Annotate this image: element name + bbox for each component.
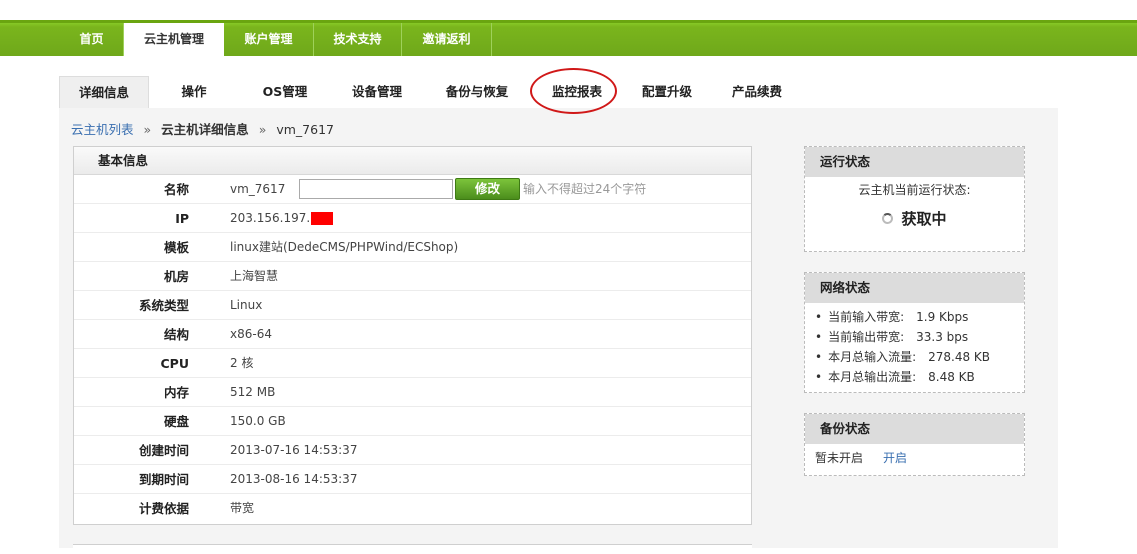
info-label: 硬盘 (163, 414, 189, 429)
name-hint: 输入不得超过24个字符 (523, 182, 647, 196)
net-label: 本月总输入流量: (828, 350, 917, 364)
net-status-panel: 网络状态 当前输入带宽: 1.9 Kbps 当前输出带宽: 33.3 bps 本月总… (804, 272, 1025, 393)
list-item: 本月总输出流量: 8.48 KB (815, 367, 1024, 387)
info-label: 机房 (163, 269, 189, 284)
info-row: 模板 linux建站(DedeCMS/PHPWind/ECShop) (74, 233, 751, 262)
nav-item-account[interactable]: 账户管理 (224, 23, 314, 56)
next-panel-edge (73, 544, 752, 554)
run-status-state: 获取中 (805, 208, 1024, 229)
basic-info-panel: 基本信息 名称 vm_7617 修改 输入不得超过24个字符 IP 203.15… (73, 146, 752, 525)
info-label: 计费依据 (138, 501, 189, 516)
redaction-block (311, 212, 334, 225)
breadcrumb: 云主机列表 » 云主机详细信息 » vm_7617 (71, 119, 334, 138)
nav-item-invite[interactable]: 邀请返利 (402, 23, 492, 56)
run-status-panel: 运行状态 云主机当前运行状态: 获取中 (804, 146, 1025, 252)
net-value: 278.48 KB (928, 350, 991, 364)
tab-details[interactable]: 详细信息 (59, 76, 149, 108)
info-value: Linux (230, 298, 263, 312)
enable-backup-link[interactable]: 开启 (883, 451, 907, 465)
breadcrumb-detail: 云主机详细信息 (161, 122, 249, 137)
nav-item-support[interactable]: 技术支持 (314, 23, 402, 56)
info-label: 名称 (163, 182, 189, 197)
edit-name-button[interactable]: 修改 (455, 178, 520, 200)
breadcrumb-sep: » (143, 122, 152, 137)
run-state-text: 获取中 (901, 210, 947, 228)
info-label: CPU (160, 356, 190, 371)
basic-info-title: 基本信息 (74, 147, 751, 175)
info-value: linux建站(DedeCMS/PHPWind/ECShop) (230, 240, 459, 254)
net-label: 当前输出带宽: (828, 330, 905, 344)
nav-item-home[interactable]: 首页 (60, 23, 124, 56)
detail-tabs: 详细信息 操作 OS管理 设备管理 备份与恢复 监控报表 配置升级 产品续费 (59, 76, 1058, 108)
info-row: 计费依据 带宽 (74, 494, 751, 523)
top-header-strip (0, 0, 1137, 20)
info-label: 创建时间 (138, 443, 189, 458)
list-item: 本月总输入流量: 278.48 KB (815, 347, 1024, 367)
loading-spinner-icon (882, 213, 894, 224)
info-row-name: 名称 vm_7617 修改 输入不得超过24个字符 (74, 175, 751, 204)
info-label: 内存 (163, 385, 189, 400)
info-row: 创建时间 2013-07-16 14:53:37 (74, 436, 751, 465)
tab-devices[interactable]: 设备管理 (341, 76, 413, 108)
run-status-line: 云主机当前运行状态: (858, 183, 971, 197)
tab-os[interactable]: OS管理 (249, 76, 321, 108)
backup-state: 暂未开启 (815, 451, 864, 465)
tab-renew[interactable]: 产品续费 (721, 76, 793, 108)
net-label: 本月总输出流量: (828, 370, 917, 384)
backup-status-panel: 备份状态 暂未开启 开启 (804, 413, 1025, 476)
main-nav: 首页 云主机管理 账户管理 技术支持 邀请返利 (0, 20, 1137, 59)
info-value: vm_7617 (230, 182, 286, 196)
info-value: 上海智慧 (230, 269, 279, 283)
backup-status-line: 暂未开启 开启 (805, 444, 1024, 468)
info-label: 模板 (163, 240, 189, 255)
tab-monitor-report[interactable]: 监控报表 (541, 76, 613, 108)
info-row: 结构 x86-64 (74, 320, 751, 349)
breadcrumb-sep: » (258, 122, 267, 137)
info-value-ip: 203.156.197. (230, 204, 334, 233)
info-label: 到期时间 (138, 472, 189, 487)
info-value: 150.0 GB (230, 414, 286, 428)
net-label: 当前输入带宽: (828, 310, 905, 324)
backup-status-title: 备份状态 (805, 414, 1024, 444)
name-input[interactable] (299, 179, 453, 199)
info-label: IP (175, 211, 189, 226)
info-row: 到期时间 2013-08-16 14:53:37 (74, 465, 751, 494)
run-status-title: 运行状态 (805, 147, 1024, 177)
info-value: 2013-08-16 14:53:37 (230, 472, 358, 486)
info-value: x86-64 (230, 327, 272, 341)
nav-item-cloud-host[interactable]: 云主机管理 (124, 23, 224, 59)
info-row: 机房 上海智慧 (74, 262, 751, 291)
info-row: IP 203.156.197. (74, 204, 751, 233)
list-item: 当前输入带宽: 1.9 Kbps (815, 307, 1024, 327)
list-item: 当前输出带宽: 33.3 bps (815, 327, 1024, 347)
info-row: 硬盘 150.0 GB (74, 407, 751, 436)
info-label: 系统类型 (138, 298, 189, 313)
info-row: 系统类型 Linux (74, 291, 751, 320)
net-value: 8.48 KB (928, 370, 975, 384)
net-status-title: 网络状态 (805, 273, 1024, 303)
tab-upgrade[interactable]: 配置升级 (631, 76, 703, 108)
info-value: 512 MB (230, 385, 276, 399)
info-row: CPU 2 核 (74, 349, 751, 378)
tab-operations[interactable]: 操作 (159, 76, 229, 108)
tab-backup[interactable]: 备份与恢复 (434, 76, 520, 108)
info-value: 2 核 (230, 356, 254, 370)
net-status-list: 当前输入带宽: 1.9 Kbps 当前输出带宽: 33.3 bps 本月总输入流量:… (805, 303, 1024, 387)
breadcrumb-vm: vm_7617 (276, 122, 334, 137)
info-value: 2013-07-16 14:53:37 (230, 443, 358, 457)
info-label: 结构 (163, 327, 189, 342)
info-value: 带宽 (230, 501, 255, 515)
info-row: 内存 512 MB (74, 378, 751, 407)
breadcrumb-list-link[interactable]: 云主机列表 (71, 122, 134, 137)
ip-text: 203.156.197. (230, 211, 311, 225)
net-value: 33.3 bps (916, 330, 969, 344)
net-value: 1.9 Kbps (916, 310, 969, 324)
